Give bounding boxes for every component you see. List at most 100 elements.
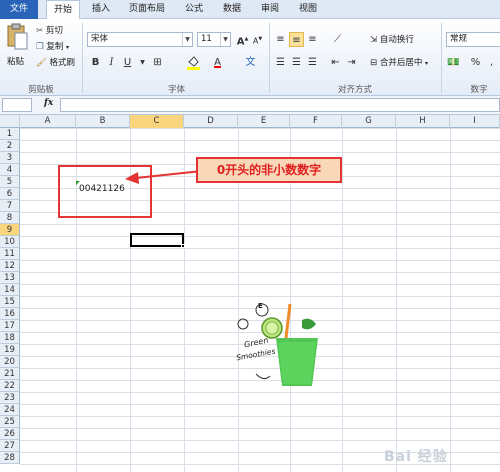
column-header-i[interactable]: I: [450, 115, 500, 128]
row-header-4[interactable]: 4: [0, 164, 20, 176]
column-header-a[interactable]: A: [20, 115, 76, 128]
border-button[interactable]: ⊞: [150, 55, 165, 70]
paste-button[interactable]: [4, 23, 30, 53]
underline-button[interactable]: U: [120, 55, 135, 70]
tab-file[interactable]: 文件: [0, 0, 38, 19]
fx-icon[interactable]: fx: [44, 98, 53, 108]
row-header-9[interactable]: 9: [0, 224, 20, 236]
tab-page-layout[interactable]: 页面布局: [124, 0, 170, 19]
tab-home[interactable]: 开始: [46, 0, 80, 20]
row-header-8[interactable]: 8: [0, 212, 20, 224]
orientation-button[interactable]: ⟋: [330, 32, 345, 47]
orientation-icon: ⟋: [334, 34, 341, 45]
cut-button[interactable]: ✂ 剪切: [36, 24, 63, 36]
font-group-label: 字体: [167, 85, 185, 95]
increase-indent-button[interactable]: ⇥: [344, 55, 359, 70]
row-header-7[interactable]: 7: [0, 200, 20, 212]
italic-button[interactable]: I: [104, 55, 119, 70]
tab-data[interactable]: 数据: [218, 0, 246, 19]
merge-center-button[interactable]: ⊟ 合并后居中 ▾: [370, 56, 428, 68]
tab-formulas[interactable]: 公式: [180, 0, 208, 19]
row-header-6[interactable]: 6: [0, 188, 20, 200]
row-header-5[interactable]: 5: [0, 176, 20, 188]
alignment-group-label: 对齐方式: [337, 85, 372, 95]
align-middle-button[interactable]: ≡: [289, 32, 304, 47]
column-header-g[interactable]: G: [342, 115, 396, 128]
row-header-28[interactable]: 28: [0, 452, 20, 464]
brush-icon: 🖌: [36, 58, 47, 68]
number-group-label: 数字: [470, 85, 488, 95]
ribbon-tab-bar: 文件 开始 插入 页面布局 公式 数据 审阅 视图: [0, 0, 500, 20]
row-header-10[interactable]: 10: [0, 236, 20, 248]
divider: [82, 23, 83, 93]
row-header-11[interactable]: 11: [0, 248, 20, 260]
wrap-text-button[interactable]: ⇲ 自动换行: [370, 33, 414, 45]
font-size-select[interactable]: 11 ▼: [197, 32, 231, 47]
sticker-badge: E: [258, 302, 263, 310]
align-left-icon: ☰: [276, 57, 285, 68]
name-box[interactable]: [2, 98, 32, 112]
select-all-corner[interactable]: [0, 115, 20, 128]
row-header-18[interactable]: 18: [0, 332, 20, 344]
row-header-16[interactable]: 16: [0, 308, 20, 320]
row-header-26[interactable]: 26: [0, 428, 20, 440]
row-header-13[interactable]: 13: [0, 272, 20, 284]
row-header-25[interactable]: 25: [0, 416, 20, 428]
font-color-button[interactable]: A: [210, 55, 225, 70]
percent-button[interactable]: %: [468, 55, 483, 70]
copy-button[interactable]: ❐ 复制 ▾: [36, 40, 69, 52]
decrease-indent-button[interactable]: ⇤: [328, 55, 343, 70]
bold-button[interactable]: B: [88, 55, 103, 70]
row-header-21[interactable]: 21: [0, 368, 20, 380]
column-header-e[interactable]: E: [238, 115, 290, 128]
align-bottom-button[interactable]: ≡: [305, 32, 320, 47]
row-header-22[interactable]: 22: [0, 380, 20, 392]
merge-icon: ⊟: [370, 58, 378, 68]
shrink-font-button[interactable]: A▼: [250, 32, 265, 47]
align-right-button[interactable]: ☰: [305, 55, 320, 70]
tab-view[interactable]: 视图: [294, 0, 322, 19]
row-header-17[interactable]: 17: [0, 320, 20, 332]
comma-button[interactable]: ,: [484, 55, 499, 70]
clipboard-group-label: 剪贴板: [28, 85, 54, 95]
row-header-3[interactable]: 3: [0, 152, 20, 164]
column-header-h[interactable]: H: [396, 115, 450, 128]
font-name-select[interactable]: 宋体 ▼: [87, 32, 193, 47]
wrap-text-icon: ⇲: [370, 35, 378, 45]
align-left-button[interactable]: ☰: [273, 55, 288, 70]
currency-button[interactable]: 💵: [446, 55, 461, 70]
align-center-button[interactable]: ☰: [289, 55, 304, 70]
align-top-button[interactable]: ≡: [273, 32, 288, 47]
format-painter-button[interactable]: 🖌 格式刷: [36, 56, 75, 68]
row-header-19[interactable]: 19: [0, 344, 20, 356]
row-header-15[interactable]: 15: [0, 296, 20, 308]
phonetic-button[interactable]: 文: [243, 55, 258, 70]
column-header-bar: A B C D E F G H I: [0, 115, 500, 128]
column-header-c[interactable]: C: [130, 115, 184, 128]
formula-input[interactable]: [60, 98, 500, 112]
row-header-12[interactable]: 12: [0, 260, 20, 272]
grow-font-button[interactable]: A▲: [235, 32, 250, 47]
row-header-1[interactable]: 1: [0, 128, 20, 140]
chevron-down-icon[interactable]: ▼: [135, 55, 150, 70]
active-cell-c9[interactable]: [130, 233, 184, 247]
currency-icon: 💵: [447, 57, 460, 68]
paste-label[interactable]: 粘贴: [7, 55, 24, 67]
tab-insert[interactable]: 插入: [86, 0, 116, 19]
row-header-27[interactable]: 27: [0, 440, 20, 452]
formula-bar: fx: [0, 96, 500, 115]
row-header-23[interactable]: 23: [0, 392, 20, 404]
column-header-b[interactable]: B: [76, 115, 130, 128]
tab-review[interactable]: 审阅: [256, 0, 284, 19]
fill-color-button[interactable]: [186, 55, 201, 70]
column-header-d[interactable]: D: [184, 115, 238, 128]
row-header-20[interactable]: 20: [0, 356, 20, 368]
column-header-f[interactable]: F: [290, 115, 342, 128]
fill-handle[interactable]: [181, 244, 185, 248]
gridline: [342, 128, 343, 472]
chevron-down-icon: ▼: [182, 33, 192, 46]
row-header-14[interactable]: 14: [0, 284, 20, 296]
number-format-select[interactable]: 常规: [446, 32, 500, 47]
row-header-2[interactable]: 2: [0, 140, 20, 152]
row-header-24[interactable]: 24: [0, 404, 20, 416]
